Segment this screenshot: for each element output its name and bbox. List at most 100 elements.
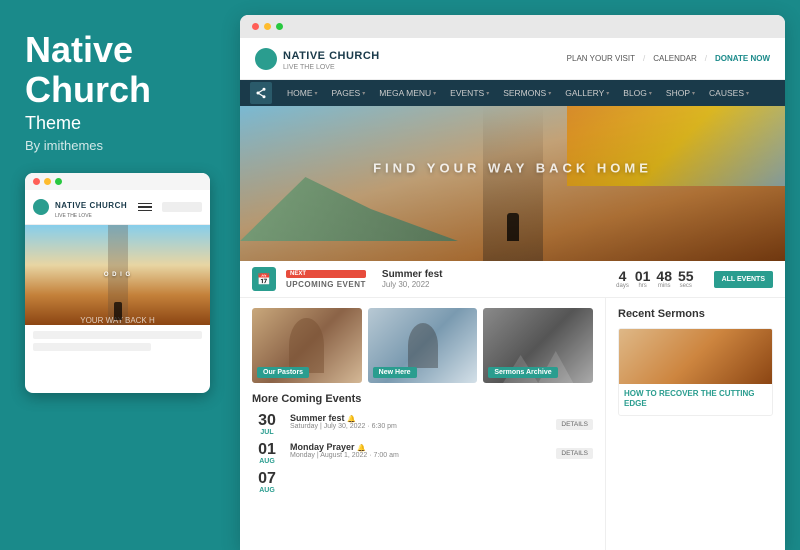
content-right: Recent Sermons MARCH 7, 2020 HOW TO RECO… bbox=[605, 298, 785, 550]
countdown-mins-num: 48 bbox=[656, 269, 672, 283]
nav-arrow-sermons: ▾ bbox=[548, 90, 551, 97]
theme-author: By imithemes bbox=[25, 138, 215, 153]
nav-arrow-causes: ▾ bbox=[746, 90, 749, 97]
countdown-secs-label: secs bbox=[678, 283, 694, 289]
event-month-2: AUG bbox=[252, 487, 282, 494]
hamburger-line bbox=[138, 203, 152, 205]
countdown-mins-label: mins bbox=[656, 283, 672, 289]
countdown: 4 days 01 hrs 48 mins 55 secs bbox=[616, 269, 693, 289]
hero-text: FIND YOUR WAY BACK HOME bbox=[373, 161, 652, 176]
event-icon-1: 🔔 bbox=[357, 445, 366, 452]
site-header: NATIVE CHURCH LIVE THE LOVE PLAN YOUR VI… bbox=[240, 38, 785, 80]
event-date: July 30, 2022 bbox=[382, 280, 443, 289]
events-next-badge: NEXT bbox=[286, 270, 366, 278]
upcoming-event-label: UPCOMING EVENT bbox=[286, 280, 366, 289]
browser-titlebar bbox=[240, 15, 785, 38]
donate-link[interactable]: DONATE NOW bbox=[715, 54, 770, 63]
nav-arrow-gallery: ▾ bbox=[606, 90, 609, 97]
nav-arrow-pages: ▾ bbox=[362, 90, 365, 97]
nav-item-home[interactable]: HOME ▾ bbox=[280, 80, 325, 106]
countdown-days-num: 4 bbox=[616, 269, 629, 283]
event-month-0: JUL bbox=[252, 429, 282, 436]
nav-item-events[interactable]: EVENTS ▾ bbox=[443, 80, 496, 106]
site-nav: HOME ▾ PAGES ▾ MEGA MENU ▾ EVENTS ▾ SERM… bbox=[240, 80, 785, 106]
nav-arrow-home: ▾ bbox=[315, 90, 318, 97]
nav-arrow-events: ▾ bbox=[486, 90, 489, 97]
details-button-0[interactable]: DETAILS bbox=[556, 419, 593, 430]
mobile-select bbox=[162, 202, 202, 212]
mobile-preview: NATIVE CHURCH LIVE THE LOVE O D I G YOUR… bbox=[25, 173, 210, 393]
card-sermons-archive[interactable]: Sermons Archive bbox=[483, 308, 593, 383]
theme-subtitle: Theme bbox=[25, 113, 215, 134]
nav-arrow-mega: ▾ bbox=[433, 90, 436, 97]
card-new-here[interactable]: New Here bbox=[368, 308, 478, 383]
calendar-link[interactable]: CALENDAR bbox=[653, 54, 697, 63]
countdown-mins: 48 mins bbox=[656, 269, 672, 289]
browser-content: NATIVE CHURCH LIVE THE LOVE PLAN YOUR VI… bbox=[240, 38, 785, 550]
dot-green bbox=[55, 178, 62, 185]
site-tagline: LIVE THE LOVE bbox=[283, 64, 380, 71]
browser-window: NATIVE CHURCH LIVE THE LOVE PLAN YOUR VI… bbox=[240, 15, 785, 550]
event-list: 30 JUL Summer fest 🔔 Saturday | July 30,… bbox=[252, 413, 593, 494]
title-line2: Church bbox=[25, 69, 151, 110]
sermon-card[interactable]: MARCH 7, 2020 HOW TO RECOVER THE CUTTING… bbox=[618, 328, 773, 416]
nav-item-pages[interactable]: PAGES ▾ bbox=[325, 80, 373, 106]
divider2: / bbox=[705, 54, 707, 63]
site-logo-text: NATIVE CHURCH LIVE THE LOVE bbox=[283, 46, 380, 71]
mobile-placeholder-bar bbox=[33, 331, 202, 339]
card-pastors-label: Our Pastors bbox=[257, 367, 309, 378]
nav-item-shop[interactable]: SHOP ▾ bbox=[659, 80, 702, 106]
dot-yellow bbox=[44, 178, 51, 185]
events-calendar-icon: 📅 bbox=[252, 267, 276, 291]
nav-item-gallery[interactable]: GALLERY ▾ bbox=[558, 80, 616, 106]
countdown-days-label: days bbox=[616, 283, 629, 289]
sermon-title: HOW TO RECOVER THE CUTTING EDGE bbox=[624, 389, 767, 410]
browser-dot-green bbox=[276, 23, 283, 30]
nav-item-sermons[interactable]: SERMONS ▾ bbox=[496, 80, 558, 106]
event-row-1: 01 AUG Monday Prayer 🔔 Monday | August 1… bbox=[252, 442, 593, 465]
nav-item-mega-menu[interactable]: MEGA MENU ▾ bbox=[372, 80, 443, 106]
details-button-1[interactable]: DETAILS bbox=[556, 448, 593, 459]
theme-title-block: Native Church Theme By imithemes bbox=[25, 30, 215, 153]
countdown-secs-num: 55 bbox=[678, 269, 694, 283]
mobile-hamburger[interactable] bbox=[138, 203, 152, 212]
event-day-2: 07 bbox=[252, 471, 282, 487]
all-events-button[interactable]: ALL EVENTS bbox=[714, 271, 773, 288]
mobile-logo-tagline: LIVE THE LOVE bbox=[55, 213, 127, 219]
card-pastors[interactable]: Our Pastors bbox=[252, 308, 362, 383]
mobile-titlebar bbox=[25, 173, 210, 190]
mobile-hero: O D I G YOUR WAY BACK H bbox=[25, 225, 210, 325]
card-new-here-label: New Here bbox=[373, 367, 417, 378]
coming-events-title: More Coming Events bbox=[252, 393, 593, 405]
event-info-0: Summer fest 🔔 Saturday | July 30, 2022 ·… bbox=[290, 413, 548, 430]
event-row-0: 30 JUL Summer fest 🔔 Saturday | July 30,… bbox=[252, 413, 593, 436]
content-left: Our Pastors New Here bbox=[240, 298, 605, 550]
mobile-logo-circle bbox=[33, 199, 49, 215]
mobile-hero-text: O D I G bbox=[104, 272, 131, 278]
plan-visit-link[interactable]: PLAN YOUR VISIT bbox=[567, 54, 635, 63]
event-row-2: 07 AUG bbox=[252, 471, 593, 494]
image-cards: Our Pastors New Here bbox=[252, 308, 593, 383]
mobile-placeholder-bar2 bbox=[33, 343, 151, 351]
event-date-box-1: 01 AUG bbox=[252, 442, 282, 465]
site-name: NATIVE CHURCH bbox=[283, 50, 380, 62]
nav-item-causes[interactable]: CAUSES ▾ bbox=[702, 80, 756, 106]
nav-item-blog[interactable]: BLOG ▾ bbox=[616, 80, 659, 106]
person-silhouette bbox=[408, 323, 438, 368]
content-area: Our Pastors New Here bbox=[240, 298, 785, 550]
sermon-image: MARCH 7, 2020 bbox=[619, 329, 772, 384]
event-month-1: AUG bbox=[252, 458, 282, 465]
event-icon-0: 🔔 bbox=[347, 416, 356, 423]
nav-arrow-shop: ▾ bbox=[692, 90, 695, 97]
mobile-logo-name: NATIVE CHURCH bbox=[55, 201, 127, 210]
countdown-hrs: 01 hrs bbox=[635, 269, 651, 289]
dot-red bbox=[33, 178, 40, 185]
hamburger-line bbox=[138, 206, 152, 208]
event-datetime-0: Saturday | July 30, 2022 · 6:30 pm bbox=[290, 423, 548, 430]
share-icon[interactable] bbox=[250, 82, 272, 104]
mobile-hero-figure bbox=[114, 302, 122, 320]
countdown-hrs-num: 01 bbox=[635, 269, 651, 283]
nav-arrow-blog: ▾ bbox=[649, 90, 652, 97]
title-line1: Native bbox=[25, 29, 133, 70]
event-datetime-1: Monday | August 1, 2022 · 7:00 am bbox=[290, 452, 548, 459]
